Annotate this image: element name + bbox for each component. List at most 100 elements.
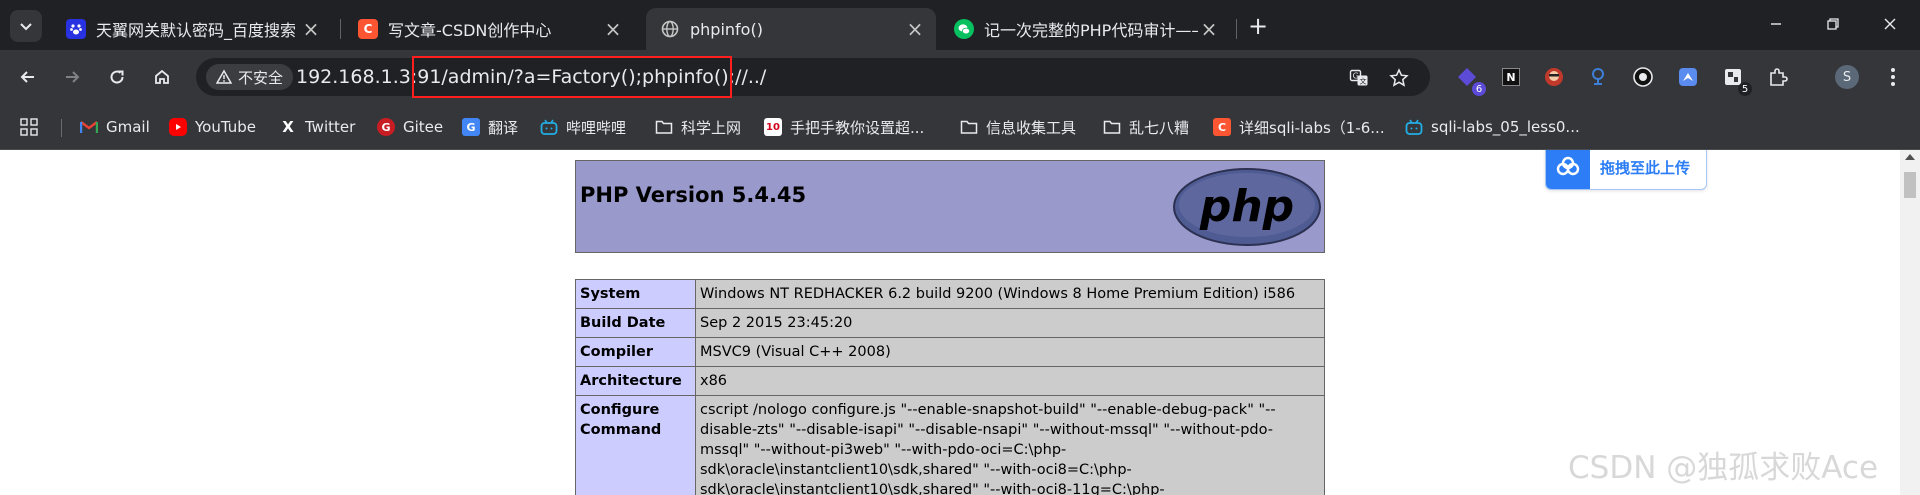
reload-button[interactable] — [102, 62, 132, 92]
cloud-upload-icon — [1546, 150, 1590, 189]
bookmark-label: 哔哩哔哩 — [566, 118, 627, 137]
table-row: Configure Command cscript /nologo config… — [575, 395, 1325, 495]
bookmark-translate[interactable]: G 翻译 — [462, 114, 518, 140]
scroll-up-arrow-icon[interactable] — [1905, 154, 1915, 160]
warning-triangle-icon — [216, 69, 232, 84]
bookmarks-bar: Gmail YouTube X Twitter G Gitee G 翻译 哔哩哔… — [0, 105, 1920, 150]
x-icon: X — [282, 118, 294, 136]
minimize-button[interactable] — [1756, 8, 1796, 40]
table-value: Sep 2 2015 23:45:20 — [695, 308, 1325, 338]
reload-icon — [110, 70, 124, 84]
bilibili-icon — [1405, 118, 1423, 136]
tab-title: 天翼网关默认密码_百度搜索 — [96, 21, 297, 40]
page-scrollbar[interactable] — [1900, 150, 1920, 495]
table-value: cscript /nologo configure.js "--enable-s… — [695, 395, 1325, 495]
table-key: Compiler — [575, 337, 696, 367]
table-row: System Windows NT REDHACKER 6.2 build 92… — [575, 279, 1325, 309]
tab-search-button[interactable] — [10, 10, 42, 42]
extension-bird-icon[interactable] — [1675, 64, 1701, 90]
folder-icon — [960, 118, 978, 136]
security-label: 不安全 — [238, 68, 284, 87]
bookmark-label: Gitee — [403, 118, 444, 136]
tab-title: phpinfo() — [690, 19, 763, 39]
close-window-button[interactable] — [1870, 8, 1910, 40]
bookmark-sqli-labs-bilibili[interactable]: sqli-labs_05_less0... — [1405, 114, 1580, 140]
url-highlight-box — [412, 56, 732, 98]
chevron-down-icon — [20, 23, 32, 31]
apps-grid-button[interactable] — [20, 114, 38, 140]
bookmark-label: sqli-labs_05_less0... — [1431, 118, 1580, 136]
forward-button[interactable] — [57, 62, 87, 92]
restore-button[interactable] — [1813, 8, 1853, 40]
tab-title: 记一次完整的PHP代码审计—— — [984, 21, 1198, 40]
table-key: System — [575, 279, 696, 309]
bookmark-folder-info-tools[interactable]: 信息收集工具 — [960, 114, 1076, 140]
bookmark-10-icon: 10 — [764, 118, 782, 136]
extension-circle-icon[interactable] — [1630, 64, 1656, 90]
table-key: Architecture — [575, 366, 696, 396]
bookmark-divider — [61, 119, 62, 137]
new-tab-button[interactable]: + — [1244, 12, 1272, 40]
globe-icon — [660, 19, 680, 39]
baidu-paw-icon — [66, 19, 86, 39]
tab-baidu-search[interactable]: 天翼网关默认密码_百度搜索 × — [52, 8, 332, 50]
close-icon[interactable]: × — [602, 17, 624, 41]
tab-phpinfo[interactable]: phpinfo() × — [646, 8, 936, 50]
bookmark-twitter[interactable]: X Twitter — [279, 114, 355, 140]
bookmark-label: Gmail — [106, 118, 150, 136]
translate-page-icon[interactable]: G文 — [1348, 67, 1370, 89]
drag-upload-button[interactable]: 拖拽至此上传 — [1545, 150, 1707, 190]
tab-divider — [1236, 19, 1237, 39]
bookmark-setup-guide[interactable]: 10 手把手教你设置超... — [764, 114, 924, 140]
csdn-watermark: CSDN @独孤求败Ace — [1568, 450, 1879, 486]
home-button[interactable] — [147, 62, 177, 92]
bookmark-sqli-labs-csdn[interactable]: C 详细sqli-labs（1-6... — [1213, 114, 1385, 140]
php-version-title: PHP Version 5.4.45 — [580, 183, 807, 207]
extension-n-icon[interactable]: N — [1498, 64, 1524, 90]
csdn-c-icon: C — [358, 19, 378, 39]
toolbar: 不安全 192.168.1.3:91/admin/?a=Factory();ph… — [0, 50, 1920, 105]
arrow-left-icon — [20, 71, 34, 83]
bookmark-bilibili[interactable]: 哔哩哔哩 — [540, 114, 626, 140]
apps-grid-icon — [20, 118, 38, 136]
profile-avatar[interactable]: S — [1835, 65, 1859, 89]
scroll-thumb[interactable] — [1904, 172, 1916, 198]
extension-pin-icon[interactable] — [1585, 64, 1611, 90]
tab-csdn-write[interactable]: C 写文章-CSDN创作中心 × — [344, 8, 634, 50]
bookmark-folder-science[interactable]: 科学上网 — [655, 114, 741, 140]
bookmark-gmail[interactable]: Gmail — [80, 114, 150, 140]
extension-avatar-icon[interactable] — [1541, 64, 1567, 90]
minimize-icon — [1771, 23, 1781, 25]
restore-icon — [1827, 18, 1839, 30]
close-icon[interactable]: × — [300, 17, 322, 41]
gmail-icon — [80, 118, 98, 136]
tab-strip: 天翼网关默认密码_百度搜索 × C 写文章-CSDN创作中心 × phpinfo… — [0, 0, 1920, 50]
close-icon[interactable]: × — [1198, 17, 1220, 41]
extensions-puzzle-icon[interactable] — [1765, 64, 1791, 90]
bookmark-folder-misc[interactable]: 乱七八糟 — [1103, 114, 1189, 140]
tab-divider — [340, 19, 341, 39]
php-logo-icon: php — [1173, 168, 1321, 246]
bookmark-star-icon[interactable] — [1388, 67, 1410, 89]
tab-php-audit[interactable]: 记一次完整的PHP代码审计—— × — [940, 8, 1230, 50]
folder-icon — [1103, 118, 1121, 136]
table-value: Windows NT REDHACKER 6.2 build 9200 (Win… — [695, 279, 1325, 309]
back-button[interactable] — [13, 62, 43, 92]
bookmark-label: 信息收集工具 — [986, 118, 1077, 137]
bookmark-youtube[interactable]: YouTube — [169, 114, 256, 140]
address-bar[interactable]: 不安全 192.168.1.3:91/admin/?a=Factory();ph… — [196, 56, 1430, 98]
translate-icon: G — [462, 118, 480, 136]
more-menu-icon[interactable] — [1880, 64, 1906, 90]
extension-badge: 6 — [1472, 82, 1486, 96]
extension-screen-icon[interactable]: 5 — [1720, 64, 1752, 96]
bookmark-label: Twitter — [305, 118, 356, 136]
php-version-header: PHP Version 5.4.45 php — [575, 160, 1325, 253]
security-chip[interactable]: 不安全 — [206, 64, 294, 90]
csdn-c-icon: C — [1213, 118, 1231, 136]
extension-purple-icon[interactable]: 6 — [1454, 64, 1486, 96]
page-content: PHP Version 5.4.45 php System Windows NT… — [0, 150, 1920, 495]
gitee-icon: G — [377, 118, 395, 136]
close-icon[interactable]: × — [904, 17, 926, 41]
bookmark-gitee[interactable]: G Gitee — [377, 114, 443, 140]
table-key: Configure Command — [575, 395, 696, 495]
